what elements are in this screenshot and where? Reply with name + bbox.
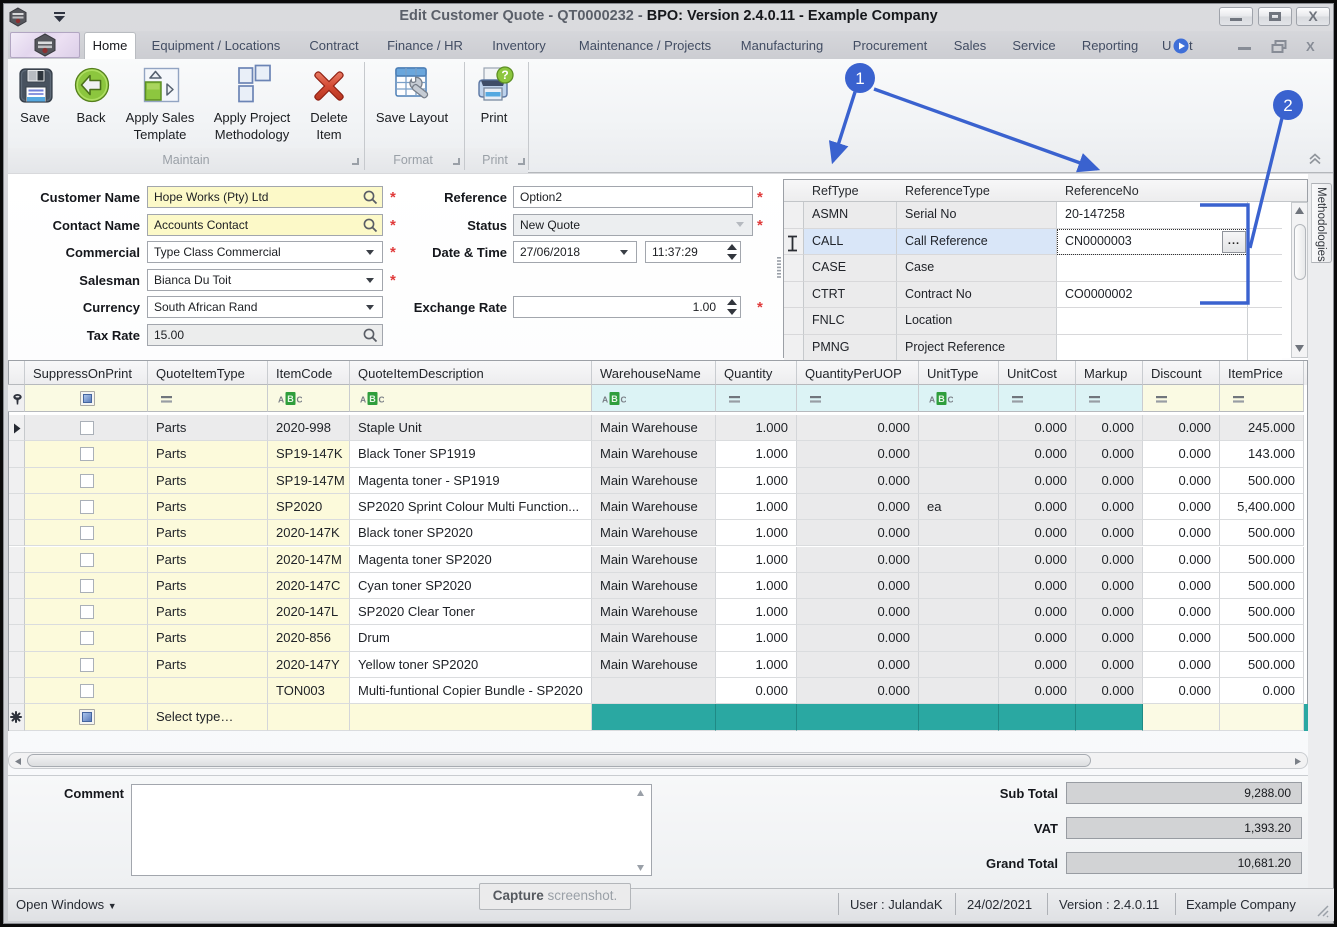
svg-text:B: B: [938, 394, 945, 404]
svg-text:C: C: [948, 395, 954, 405]
svg-text:A: A: [602, 395, 608, 405]
svg-text:A: A: [360, 395, 366, 405]
svg-text:C: C: [621, 395, 627, 405]
svg-text:C: C: [379, 395, 385, 405]
svg-text:B: B: [611, 394, 618, 404]
svg-text:B: B: [287, 394, 294, 404]
svg-text:B: B: [369, 394, 376, 404]
svg-text:?: ?: [501, 68, 508, 82]
svg-text:A: A: [929, 395, 935, 405]
svg-text:A: A: [278, 395, 284, 405]
svg-text:C: C: [297, 395, 303, 405]
